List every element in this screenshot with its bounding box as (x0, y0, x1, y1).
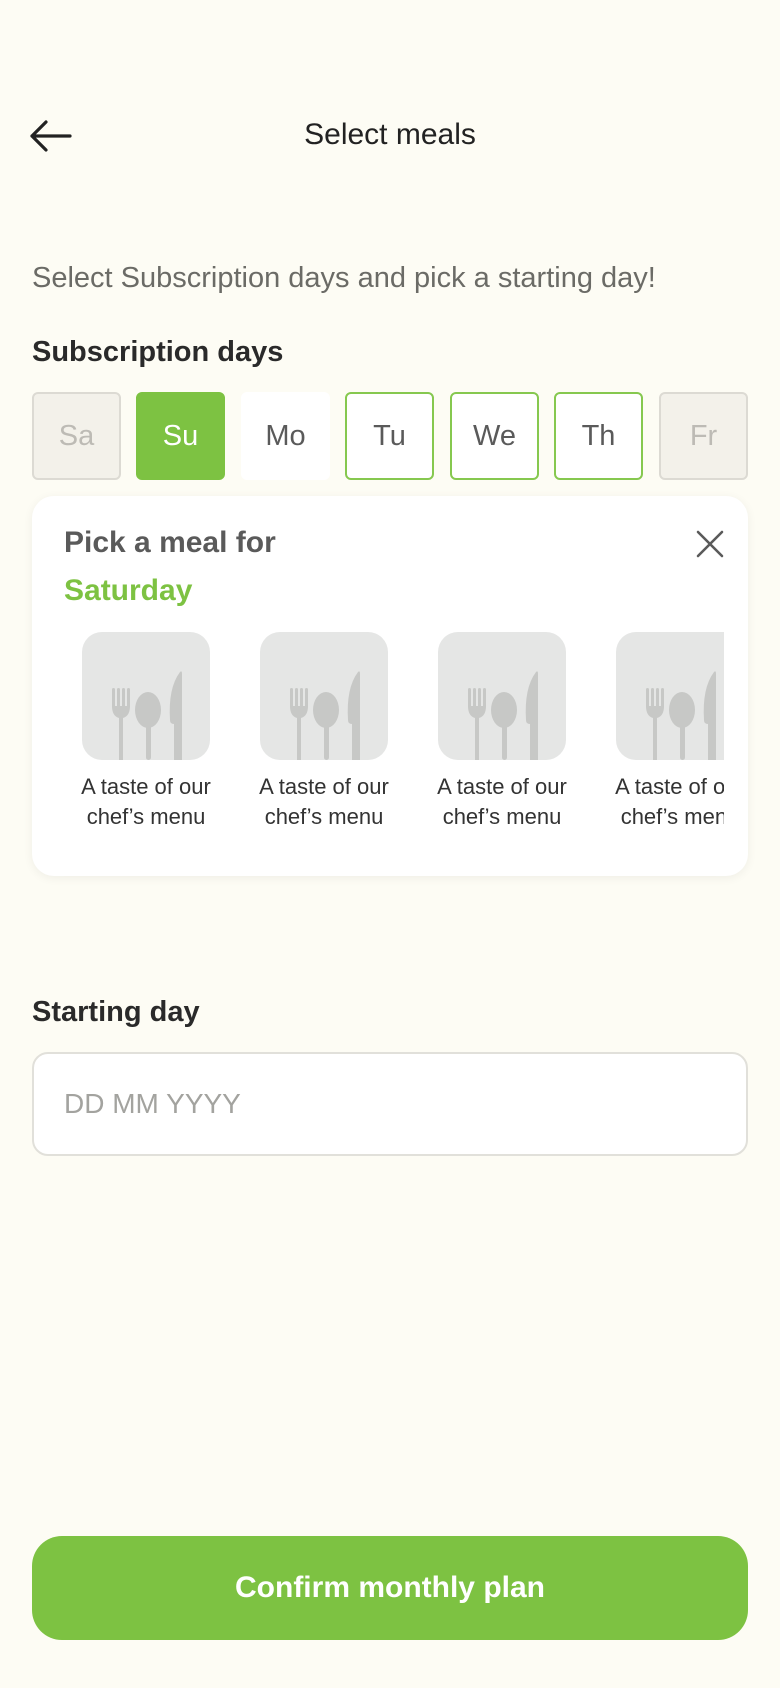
meal-carousel[interactable]: A taste of our chef’s menu A taste of ou… (64, 632, 724, 852)
meal-name: A taste of our chef’s menu (410, 772, 594, 832)
meal-name-line2: chef’s menu (620, 804, 724, 829)
starting-day-input[interactable] (32, 1052, 748, 1156)
starting-day-label: Starting day (32, 996, 200, 1028)
day-chip-we[interactable]: We (450, 392, 539, 480)
close-button[interactable] (690, 524, 730, 564)
meal-name-line2: chef’s menu (264, 804, 384, 829)
day-chip-fr[interactable]: Fr (659, 392, 748, 480)
cutlery-icon (646, 671, 716, 760)
cutlery-icon (112, 671, 182, 760)
meal-name-line2: chef’s menu (86, 804, 206, 829)
day-chip-mo[interactable]: Mo (241, 392, 330, 480)
meal-name: A taste of our chef’s menu (588, 772, 724, 832)
meal-thumbnail (82, 632, 210, 760)
meal-thumbnail (616, 632, 724, 760)
intro-text: Select Subscription days and pick a star… (32, 262, 656, 294)
page-title: Select meals (304, 118, 476, 151)
meal-name: A taste of our chef’s menu (232, 772, 416, 832)
meal-name-line1: A taste of our (81, 774, 211, 799)
day-chip-su[interactable]: Su (136, 392, 225, 480)
meal-name-line1: A taste of our (615, 774, 724, 799)
day-chip-th[interactable]: Th (554, 392, 643, 480)
meal-name-line2: chef’s menu (442, 804, 562, 829)
meal-option[interactable]: A taste of our chef’s menu (420, 632, 598, 852)
confirm-monthly-plan-button[interactable]: Confirm monthly plan (32, 1536, 748, 1640)
select-meals-screen: Select meals Select Subscription days an… (0, 0, 780, 1688)
meal-option[interactable]: A taste of our chef’s menu (242, 632, 420, 852)
meal-picker-day: Saturday (64, 574, 193, 607)
subscription-days-label: Subscription days (32, 336, 284, 368)
meal-option[interactable]: A taste of our chef’s menu (64, 632, 242, 852)
cutlery-icon (468, 671, 538, 760)
subscription-days: Sa Su Mo Tu We Th Fr (32, 392, 748, 480)
meal-name: A taste of our chef’s menu (64, 772, 238, 832)
meal-thumbnail (438, 632, 566, 760)
meal-option[interactable]: A taste of our chef’s menu (598, 632, 724, 852)
meal-thumbnail (260, 632, 388, 760)
header: Select meals (0, 100, 780, 172)
close-icon (696, 530, 724, 558)
meal-name-line1: A taste of our (437, 774, 567, 799)
meal-name-line1: A taste of our (259, 774, 389, 799)
day-chip-tu[interactable]: Tu (345, 392, 434, 480)
cutlery-icon (290, 671, 360, 760)
day-chip-sa[interactable]: Sa (32, 392, 121, 480)
meal-picker-title: Pick a meal for (64, 526, 276, 559)
meal-picker-card: Pick a meal for Saturday A taste of our … (32, 496, 748, 876)
